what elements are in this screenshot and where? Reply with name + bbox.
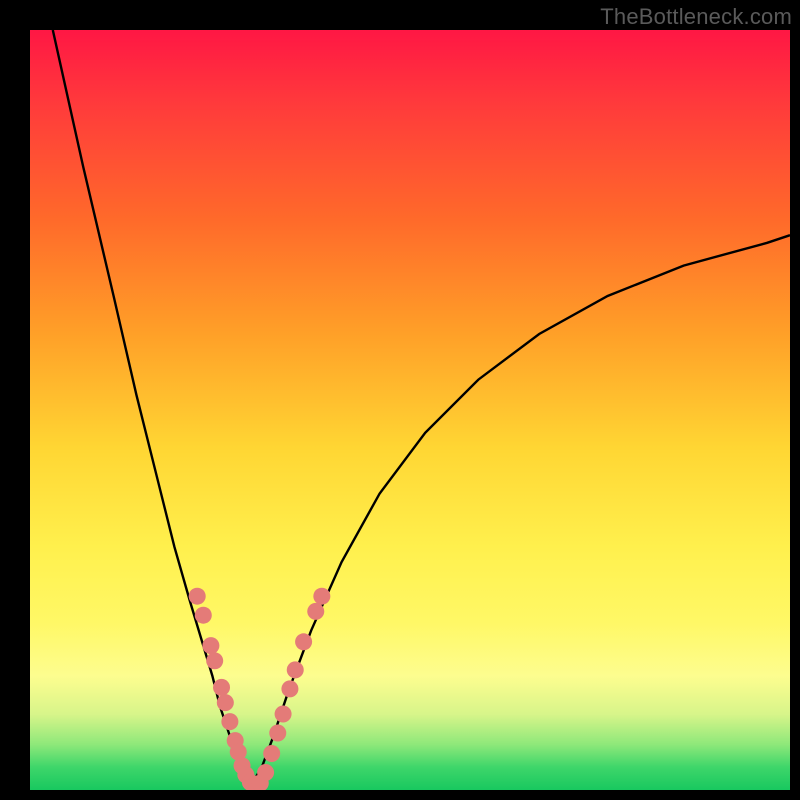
scatter-dot bbox=[307, 603, 324, 620]
watermark-text: TheBottleneck.com bbox=[600, 4, 792, 30]
scatter-dots bbox=[189, 588, 331, 790]
scatter-dot bbox=[213, 679, 230, 696]
scatter-dot bbox=[269, 724, 286, 741]
curve-right bbox=[250, 235, 790, 786]
scatter-dot bbox=[217, 694, 234, 711]
scatter-dot bbox=[313, 588, 330, 605]
scatter-dot bbox=[189, 588, 206, 605]
scatter-dot bbox=[295, 633, 312, 650]
plot-svg bbox=[30, 30, 790, 790]
scatter-dot bbox=[195, 607, 212, 624]
scatter-dot bbox=[221, 713, 238, 730]
curve-left bbox=[53, 30, 251, 786]
chart-frame: TheBottleneck.com bbox=[0, 0, 800, 800]
plot-area bbox=[30, 30, 790, 790]
scatter-dot bbox=[206, 652, 223, 669]
scatter-dot bbox=[263, 745, 280, 762]
scatter-dot bbox=[281, 680, 298, 697]
scatter-dot bbox=[257, 764, 274, 781]
scatter-dot bbox=[275, 705, 292, 722]
scatter-dot bbox=[202, 637, 219, 654]
scatter-dot bbox=[287, 661, 304, 678]
